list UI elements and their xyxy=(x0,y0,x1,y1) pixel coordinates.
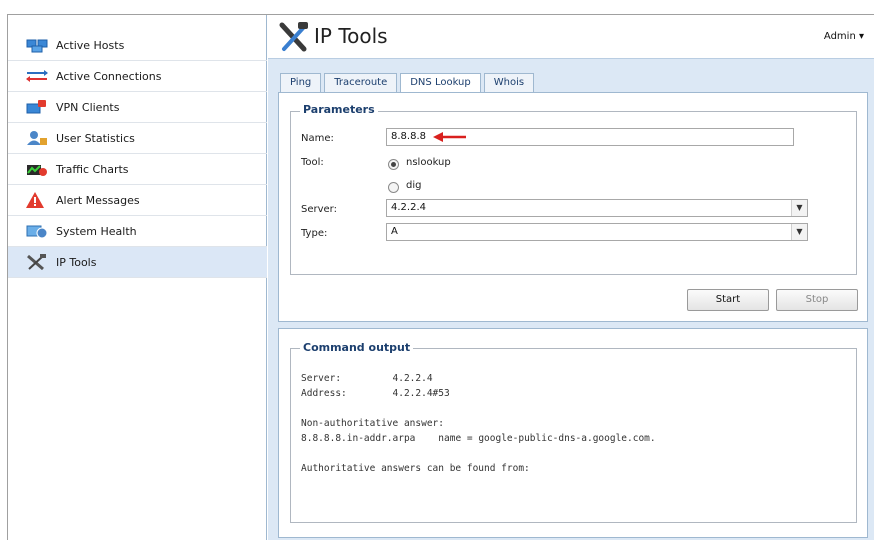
parameters-panel: Parameters Name: 8.8.8.8 Tool: nslookup … xyxy=(278,92,868,322)
page-header: IP Tools Admin ▾ xyxy=(268,15,874,59)
sidebar-item-user-statistics[interactable]: User Statistics xyxy=(8,123,267,154)
sidebar-item-ip-tools[interactable]: IP Tools xyxy=(8,247,267,278)
traffic-charts-icon xyxy=(26,161,48,177)
sidebar-item-label: Alert Messages xyxy=(56,193,140,207)
server-select-value: 4.2.2.4 xyxy=(391,202,426,213)
stop-button[interactable]: Stop xyxy=(776,289,858,311)
radio-nslookup[interactable] xyxy=(388,159,399,170)
tool-label: Tool: xyxy=(301,157,324,168)
tools-icon xyxy=(278,21,310,53)
server-select[interactable]: 4.2.2.4 ▼ xyxy=(386,199,808,217)
tab-ping[interactable]: Ping xyxy=(280,73,322,93)
sidebar-item-active-connections[interactable]: Active Connections xyxy=(8,61,267,92)
sidebar-item-label: User Statistics xyxy=(56,131,135,145)
sidebar-item-label: System Health xyxy=(56,224,137,238)
chevron-down-icon: ▼ xyxy=(791,200,807,216)
name-label: Name: xyxy=(301,133,334,144)
command-output-text: Server: 4.2.2.4 Address: 4.2.2.4#53 Non-… xyxy=(301,373,656,474)
sidebar-item-traffic-charts[interactable]: Traffic Charts xyxy=(8,154,267,185)
sidebar-item-vpn-clients[interactable]: VPN Clients xyxy=(8,92,267,123)
sidebar-item-label: VPN Clients xyxy=(56,100,120,114)
connections-icon xyxy=(26,68,48,84)
type-select[interactable]: A ▼ xyxy=(386,223,808,241)
network-hosts-icon xyxy=(26,37,48,53)
annotation-arrow-icon xyxy=(433,132,466,142)
tab-bar: Ping Traceroute DNS Lookup Whois xyxy=(280,73,537,94)
sidebar-item-label: Traffic Charts xyxy=(56,162,129,176)
sidebar-item-label: Active Connections xyxy=(56,69,162,83)
parameters-legend: Parameters xyxy=(300,103,378,116)
radio-nslookup-label: nslookup xyxy=(406,157,451,168)
start-button[interactable]: Start xyxy=(687,289,769,311)
sidebar-item-alert-messages[interactable]: Alert Messages xyxy=(8,185,267,216)
radio-dig-label: dig xyxy=(406,180,422,191)
tools-icon xyxy=(26,254,48,271)
sidebar-item-active-hosts[interactable]: Active Hosts xyxy=(8,30,267,61)
type-select-value: A xyxy=(391,226,398,237)
vpn-clients-icon xyxy=(26,99,48,115)
alert-icon xyxy=(26,192,48,208)
radio-dig[interactable] xyxy=(388,182,399,193)
tab-whois[interactable]: Whois xyxy=(483,73,535,93)
page-title: IP Tools xyxy=(314,24,388,48)
command-output-legend: Command output xyxy=(300,341,414,354)
system-health-icon xyxy=(26,223,48,239)
server-label: Server: xyxy=(301,204,337,215)
sidebar-item-label: Active Hosts xyxy=(56,38,125,52)
command-output-panel: Command output Server: 4.2.2.4 Address: … xyxy=(278,328,868,538)
main-content: IP Tools Admin ▾ Ping Traceroute DNS Loo… xyxy=(268,15,874,540)
sidebar-item-system-health[interactable]: System Health xyxy=(8,216,267,247)
sidebar-item-label: IP Tools xyxy=(56,255,97,269)
user-statistics-icon xyxy=(26,130,48,146)
tab-traceroute[interactable]: Traceroute xyxy=(324,73,398,93)
chevron-down-icon: ▼ xyxy=(791,224,807,240)
user-menu[interactable]: Admin ▾ xyxy=(824,31,864,42)
sidebar: Active Hosts Active Connections VPN Clie… xyxy=(8,15,267,540)
type-label: Type: xyxy=(301,228,328,239)
tab-dns-lookup[interactable]: DNS Lookup xyxy=(400,73,481,94)
